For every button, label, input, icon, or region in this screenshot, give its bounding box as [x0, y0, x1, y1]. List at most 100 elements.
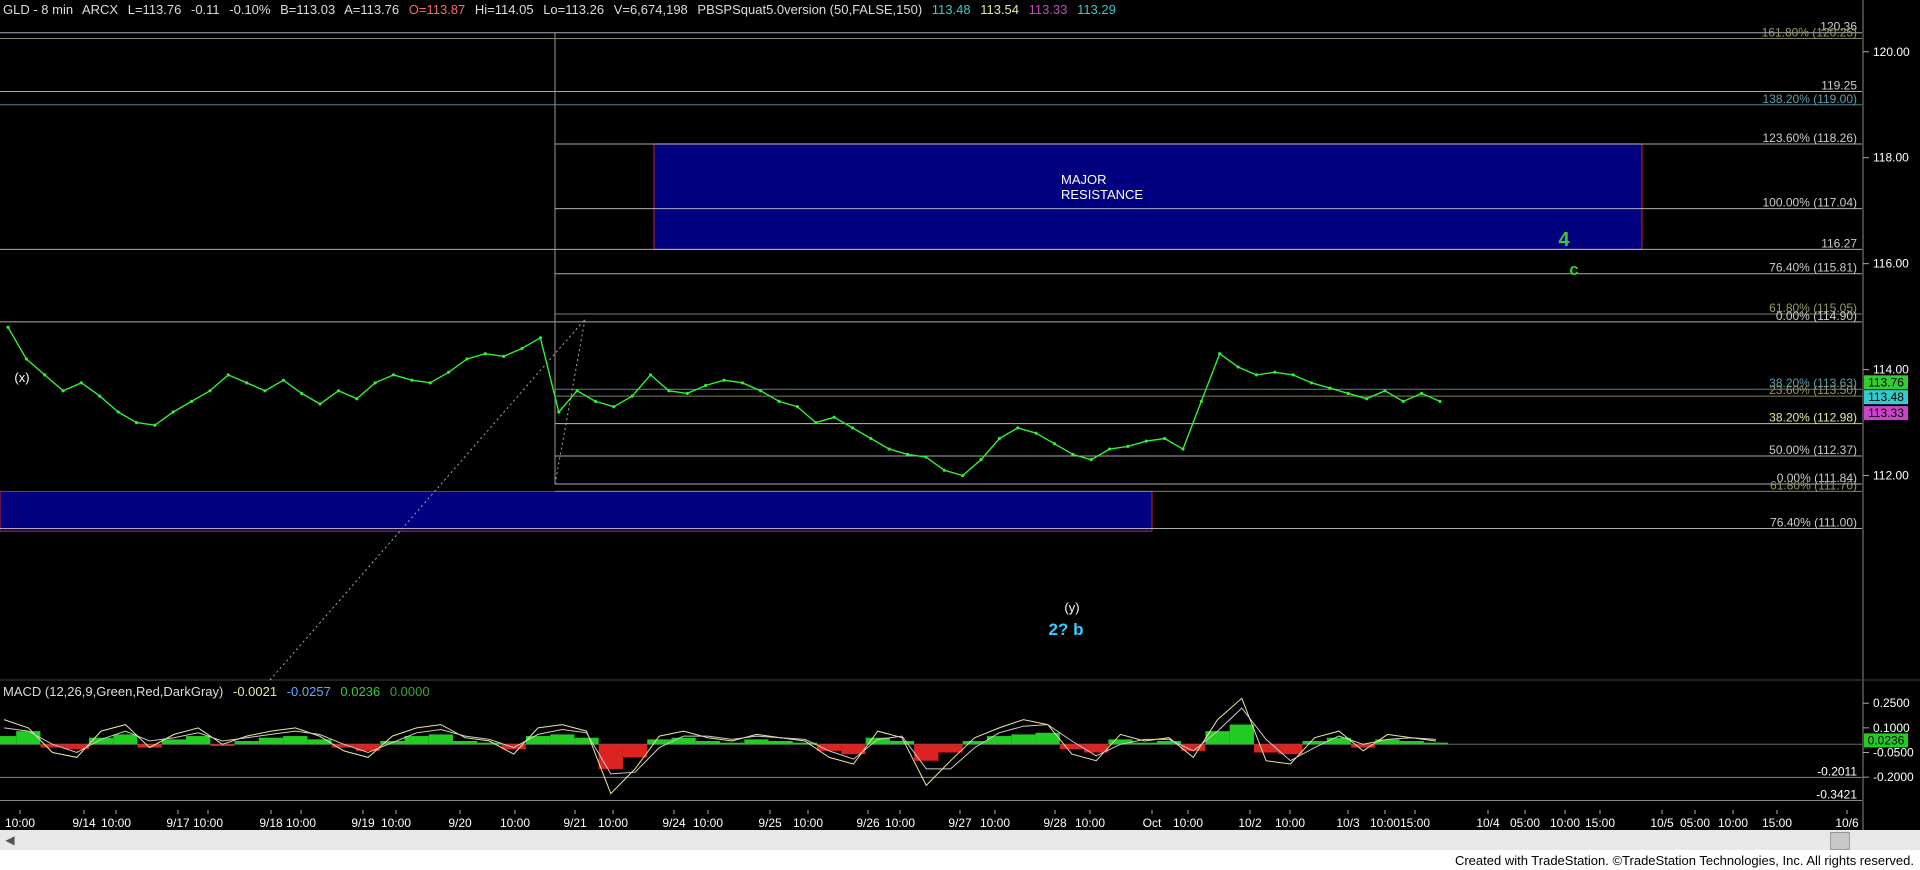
- price-line: [7, 326, 1441, 477]
- price-tick-label: 112.00: [1873, 469, 1909, 483]
- macd-header: MACD (12,26,9,Green,Red,DarkGray) -0.002…: [3, 684, 436, 699]
- macd-bar: [1399, 741, 1424, 745]
- chart-canvas[interactable]: MAJORRESISTANCE120.36161.80% (120.25)119…: [0, 0, 1920, 830]
- trendline: [554, 319, 586, 485]
- price-point: [1163, 436, 1167, 441]
- level-label: 50.00% (112.37): [1769, 443, 1857, 457]
- time-tick-label: 10:00: [1075, 816, 1105, 830]
- time-tick-label: 10:00: [693, 816, 723, 830]
- price-point: [1034, 431, 1038, 435]
- macd-bar: [671, 737, 696, 745]
- wave-label: (x): [14, 370, 29, 385]
- scroll-thumb[interactable]: [1830, 832, 1850, 850]
- macd-bar: [550, 734, 575, 745]
- time-tick-label: 10:00: [1718, 816, 1748, 830]
- time-tick-label: 10/4: [1476, 816, 1500, 830]
- price-point: [1218, 352, 1222, 356]
- time-tick-label: 15:00: [1585, 816, 1615, 830]
- time-tick-label: 05:00: [1510, 816, 1540, 830]
- price-point: [520, 346, 524, 351]
- price-point: [630, 394, 634, 398]
- time-tick-label: 9/17: [166, 816, 190, 830]
- macd-bar: [986, 736, 1012, 745]
- price-point: [1273, 370, 1277, 374]
- macd-bar: [598, 744, 623, 769]
- price-point: [777, 399, 781, 403]
- price-point: [447, 370, 451, 374]
- price-point: [6, 325, 10, 329]
- level-label: 0.00% (114.90): [1776, 309, 1857, 323]
- wave-label: 2? b: [1049, 620, 1084, 639]
- price-point: [593, 399, 598, 403]
- scroll-left-icon[interactable]: ◀: [2, 832, 18, 848]
- macd-bar: [234, 741, 259, 745]
- level-label: 76.40% (111.00): [1770, 516, 1857, 530]
- price-point: [1420, 391, 1424, 396]
- macd-value: 0.0236: [340, 684, 381, 699]
- price-point: [61, 389, 65, 393]
- chart-header: GLD - 8 min ARCX L=113.76 -0.11 -0.10% B…: [3, 2, 1122, 17]
- price-point: [887, 447, 891, 451]
- macd-value: 0.0000: [389, 684, 430, 699]
- header-volume: V=6,674,198: [613, 2, 688, 17]
- price-point: [1199, 399, 1203, 403]
- macd-tick-label: 0.2500: [1873, 696, 1910, 710]
- macd-bar: [186, 736, 211, 745]
- price-point: [942, 468, 946, 472]
- price-point: [704, 383, 708, 388]
- level-label: 123.60% (118.26): [1762, 131, 1857, 145]
- price-point: [391, 373, 396, 377]
- price-point: [1438, 399, 1442, 403]
- price-tick-label: 116.00: [1873, 257, 1909, 271]
- price-point: [428, 381, 432, 385]
- header-change: -0.11: [190, 2, 220, 17]
- zone-label: RESISTANCE: [1061, 187, 1143, 202]
- macd-bar: [453, 741, 478, 745]
- header-low: Lo=113.26: [543, 2, 605, 17]
- price-point: [740, 381, 744, 385]
- header-ask: A=113.76: [344, 2, 400, 17]
- price-point: [1236, 365, 1240, 369]
- time-scrollbar[interactable]: ◀: [0, 830, 1920, 850]
- price-marker-label: 113.33: [1868, 406, 1904, 420]
- time-tick-label: 9/14: [72, 816, 96, 830]
- macd-bar: [16, 731, 41, 745]
- time-tick-label: 10:00: [793, 816, 823, 830]
- macd-marker-label: 0.0236: [1868, 733, 1905, 747]
- price-point: [722, 378, 726, 382]
- price-tick-label: 118.00: [1873, 151, 1909, 165]
- macd-bar: [283, 736, 308, 745]
- zone-rect: [653, 143, 1643, 250]
- time-tick-label: 10:00: [885, 816, 915, 830]
- macd-bar: [574, 737, 599, 745]
- time-tick-label: 9/21: [563, 816, 587, 830]
- time-tick-label: 15:00: [1762, 816, 1792, 830]
- macd-bar: [744, 739, 769, 745]
- price-point: [153, 423, 157, 427]
- time-tick-label: 10:00: [1370, 816, 1400, 830]
- macd-bar: [695, 741, 720, 745]
- price-point: [1016, 426, 1020, 430]
- macd-bar: [0, 736, 17, 745]
- header-indicator: PBSPSquat5.0version (50,FALSE,150): [697, 2, 923, 17]
- level-label: 100.00% (117.04): [1762, 196, 1857, 210]
- price-point: [116, 410, 120, 414]
- price-point: [997, 436, 1001, 441]
- level-label: 138.20% (119.00): [1762, 92, 1857, 106]
- header-open: O=113.87: [408, 2, 466, 17]
- time-tick-label: 10/6: [1835, 816, 1859, 830]
- macd-bar: [113, 734, 138, 745]
- macd-bar: [1011, 734, 1036, 745]
- time-tick-label: 9/24: [662, 816, 686, 830]
- price-point: [905, 452, 910, 456]
- time-tick-label: 9/19: [351, 816, 375, 830]
- price-point: [263, 389, 267, 393]
- zone-label: MAJOR: [1061, 172, 1107, 187]
- macd-tick-label: -0.0500: [1873, 746, 1914, 760]
- price-point: [979, 458, 983, 462]
- macd-value: -0.0257: [286, 684, 331, 699]
- footer-credit: Created with TradeStation. ©TradeStation…: [1454, 853, 1914, 868]
- price-point: [79, 381, 84, 385]
- time-tick-label: 9/28: [1043, 816, 1067, 830]
- header-change-pct: -0.10%: [229, 2, 271, 17]
